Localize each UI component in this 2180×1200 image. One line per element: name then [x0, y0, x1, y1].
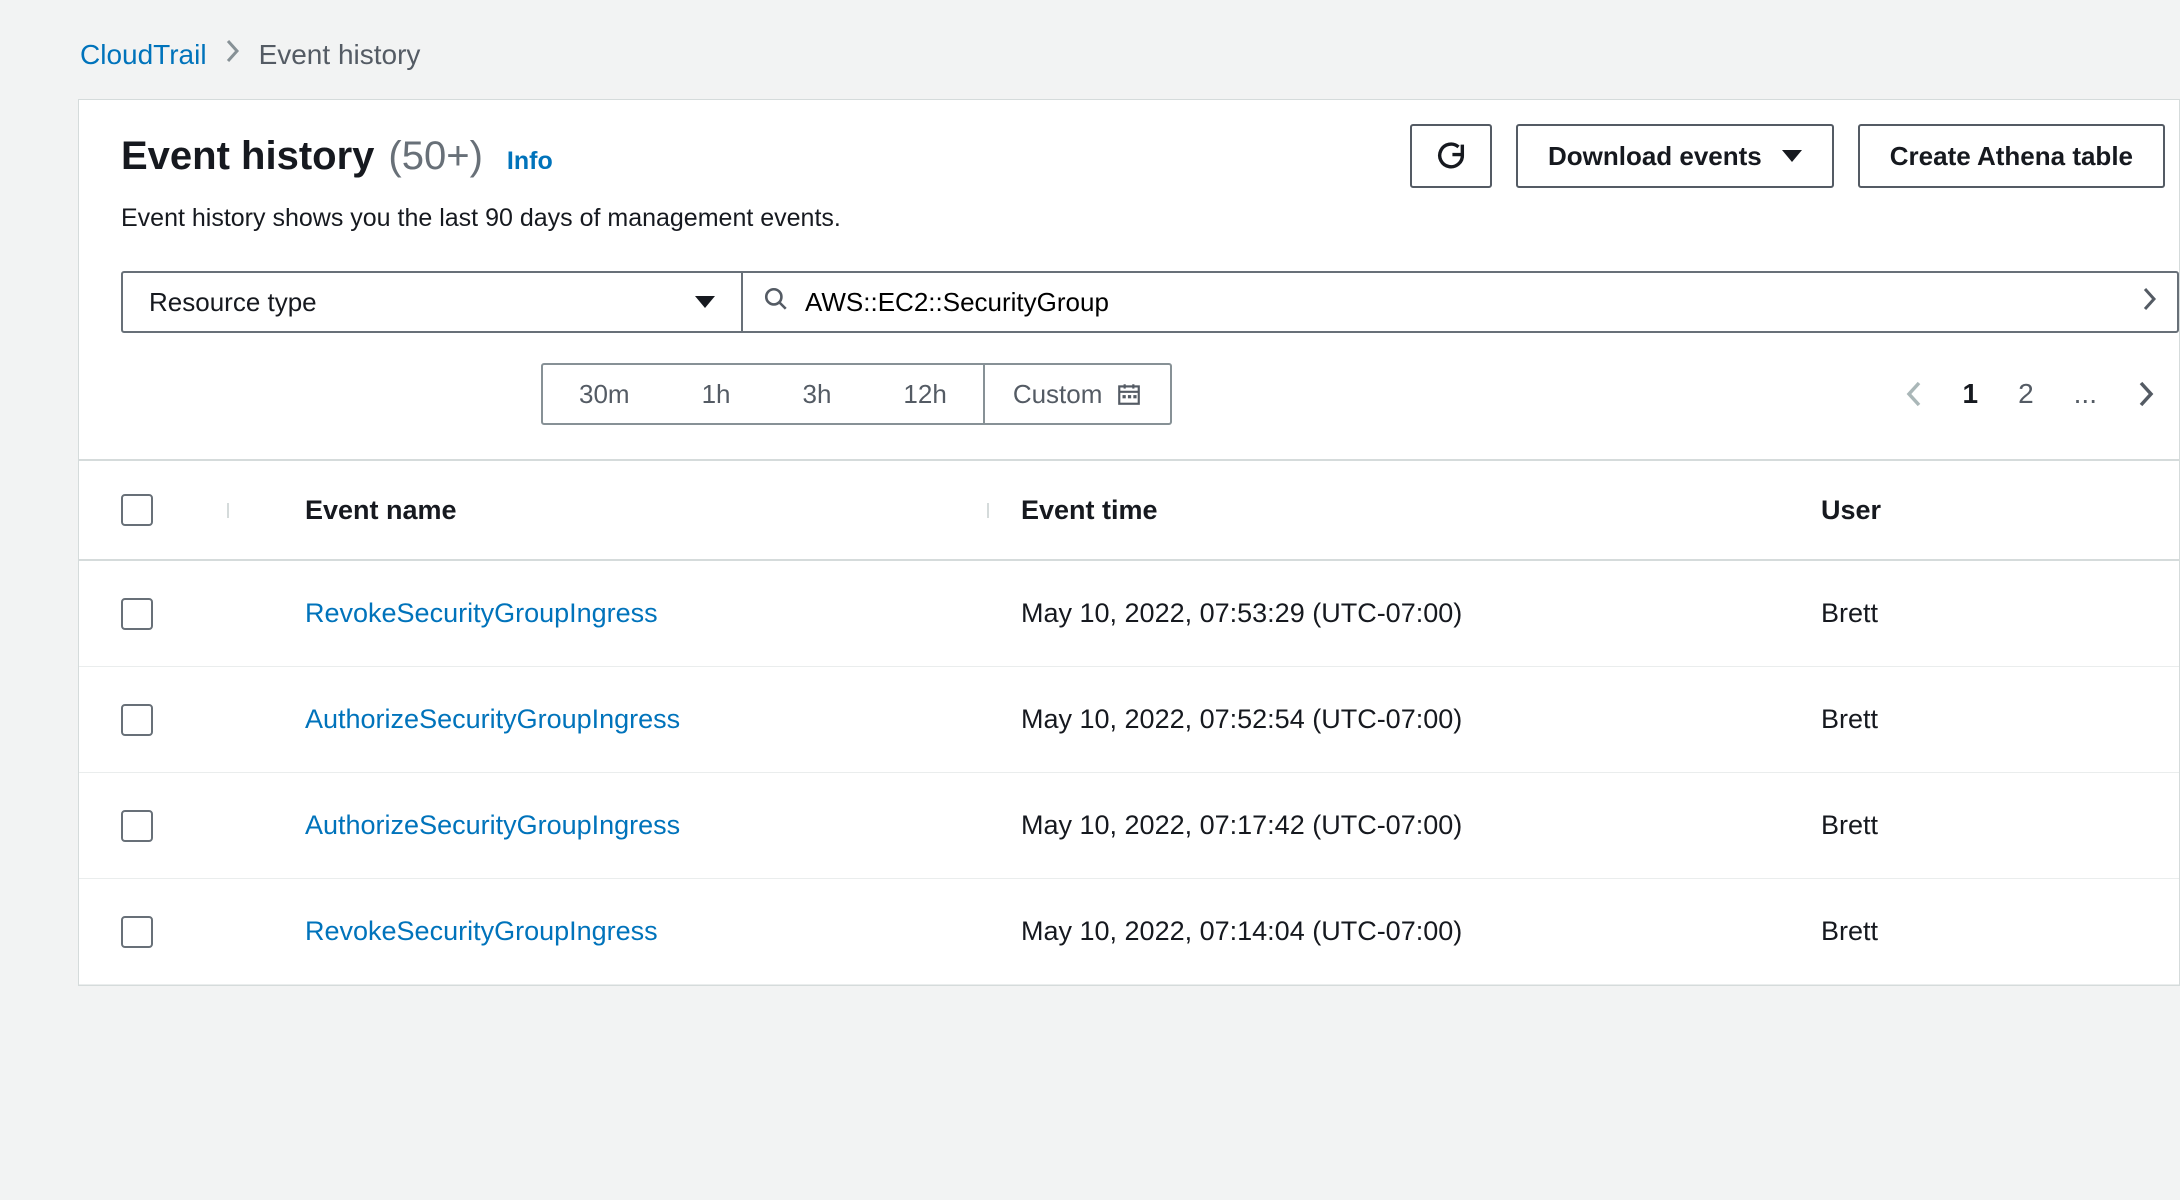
refresh-button[interactable] — [1410, 124, 1492, 188]
pager-page-1[interactable]: 1 — [1963, 378, 1979, 410]
event-user: Brett — [1821, 810, 2151, 841]
event-time: May 10, 2022, 07:52:54 (UTC-07:00) — [1021, 704, 1821, 735]
title-group: Event history (50+) Info — [121, 134, 553, 179]
info-link[interactable]: Info — [507, 147, 553, 176]
time-pager-row: 30m 1h 3h 12h Custom 1 2 ... — [541, 363, 2179, 425]
chevron-right-icon — [2143, 285, 2157, 319]
event-user: Brett — [1821, 916, 2151, 947]
select-all-checkbox[interactable] — [121, 494, 153, 526]
create-athena-table-button[interactable]: Create Athena table — [1858, 124, 2165, 188]
page-description: Event history shows you the last 90 days… — [121, 204, 2179, 233]
filter-row: Resource type — [121, 271, 2179, 333]
result-count: (50+) — [388, 134, 483, 179]
table-row: AuthorizeSecurityGroupIngress May 10, 20… — [79, 773, 2179, 879]
filter-search — [743, 273, 2177, 331]
pagination: 1 2 ... — [1905, 378, 2156, 410]
event-name-link[interactable]: RevokeSecurityGroupIngress — [305, 916, 658, 946]
pager-next[interactable] — [2137, 379, 2155, 409]
event-history-panel: Event history (50+) Info Download events… — [78, 99, 2180, 986]
col-header-event-time[interactable]: Event time — [1021, 495, 1821, 526]
time-tab-30m[interactable]: 30m — [543, 365, 666, 423]
refresh-icon — [1434, 139, 1468, 173]
time-tab-1h[interactable]: 1h — [666, 365, 767, 423]
calendar-icon — [1116, 381, 1142, 407]
table-row: RevokeSecurityGroupIngress May 10, 2022,… — [79, 561, 2179, 667]
event-name-link[interactable]: AuthorizeSecurityGroupIngress — [305, 810, 680, 840]
event-time: May 10, 2022, 07:17:42 (UTC-07:00) — [1021, 810, 1821, 841]
pager-page-2[interactable]: 2 — [2018, 378, 2034, 410]
table-row: AuthorizeSecurityGroupIngress May 10, 20… — [79, 667, 2179, 773]
row-checkbox[interactable] — [121, 810, 153, 842]
time-tab-12h[interactable]: 12h — [867, 365, 982, 423]
event-time: May 10, 2022, 07:14:04 (UTC-07:00) — [1021, 916, 1821, 947]
filter-search-input[interactable] — [805, 273, 2127, 331]
download-events-button[interactable]: Download events — [1516, 124, 1834, 188]
time-tab-3h[interactable]: 3h — [767, 365, 868, 423]
page-title: Event history — [121, 134, 374, 179]
breadcrumb: CloudTrail Event history — [0, 0, 2180, 99]
event-name-link[interactable]: AuthorizeSecurityGroupIngress — [305, 704, 680, 734]
filter-attribute-select[interactable]: Resource type — [123, 273, 743, 331]
row-checkbox[interactable] — [121, 704, 153, 736]
caret-down-icon — [695, 296, 715, 308]
time-tab-custom-label: Custom — [1013, 379, 1103, 410]
pager-prev[interactable] — [1905, 379, 1923, 409]
time-tab-custom[interactable]: Custom — [983, 365, 1171, 423]
create-athena-label: Create Athena table — [1890, 141, 2133, 172]
download-events-label: Download events — [1548, 141, 1762, 172]
col-header-event-name[interactable]: Event name — [261, 495, 1021, 526]
row-checkbox[interactable] — [121, 598, 153, 630]
time-range-tabs: 30m 1h 3h 12h Custom — [541, 363, 1172, 425]
col-header-user[interactable]: User — [1821, 495, 2151, 526]
chevron-right-icon — [225, 38, 241, 71]
breadcrumb-root-link[interactable]: CloudTrail — [80, 39, 207, 71]
events-table: Event name Event time User RevokeSecurit… — [79, 459, 2179, 985]
event-name-link[interactable]: RevokeSecurityGroupIngress — [305, 598, 658, 628]
event-user: Brett — [1821, 598, 2151, 629]
table-header-row: Event name Event time User — [79, 461, 2179, 561]
search-icon — [763, 286, 789, 318]
row-checkbox[interactable] — [121, 916, 153, 948]
event-user: Brett — [1821, 704, 2151, 735]
pager-ellipsis: ... — [2074, 378, 2097, 410]
filter-attribute-value: Resource type — [149, 287, 317, 318]
header-actions: Download events Create Athena table — [1410, 124, 2165, 188]
event-time: May 10, 2022, 07:53:29 (UTC-07:00) — [1021, 598, 1821, 629]
breadcrumb-current: Event history — [259, 39, 421, 71]
caret-down-icon — [1782, 150, 1802, 162]
table-row: RevokeSecurityGroupIngress May 10, 2022,… — [79, 879, 2179, 985]
